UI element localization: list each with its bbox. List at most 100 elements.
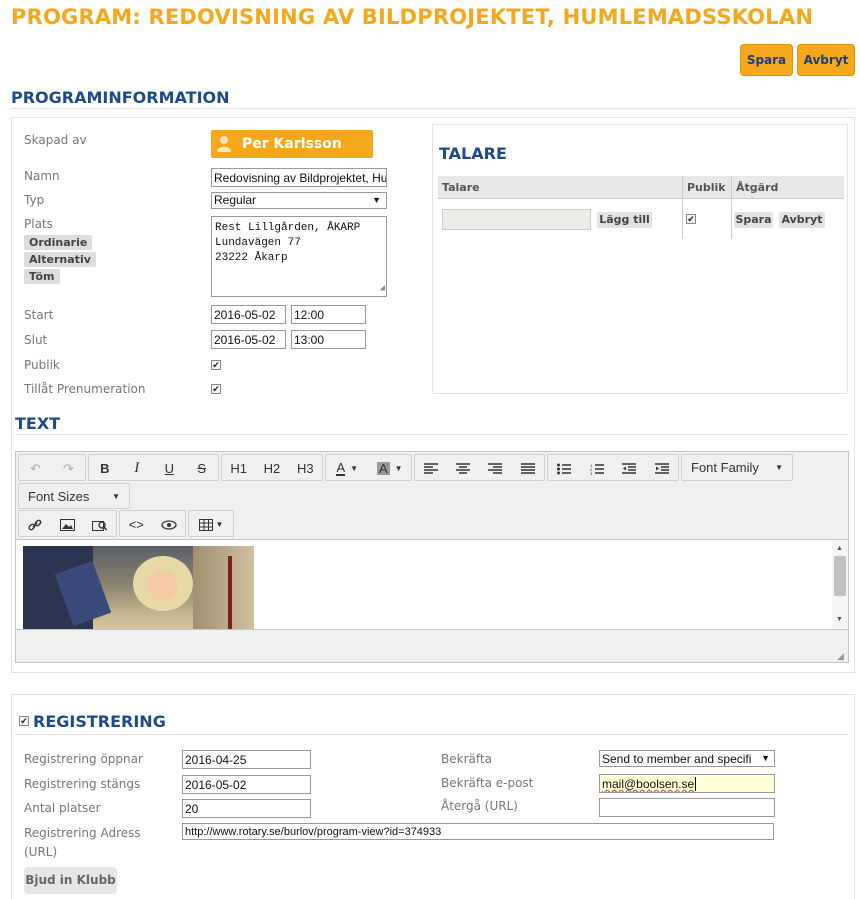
divider xyxy=(15,734,848,735)
text-heading: TEXT xyxy=(15,414,61,433)
text-color-icon[interactable]: A ▼ xyxy=(326,455,369,482)
registration-closes-label: Registrering stängs xyxy=(24,777,141,791)
dropdown-arrow-icon: ▼ xyxy=(760,751,770,765)
registration-heading: REGISTRERING xyxy=(33,712,166,731)
outdent-icon[interactable] xyxy=(613,455,646,482)
return-url-input[interactable] xyxy=(599,798,775,817)
start-date-input[interactable]: 2016-05-02 xyxy=(211,305,286,324)
align-left-icon[interactable] xyxy=(415,455,447,482)
type-label: Typ xyxy=(24,193,45,207)
confirm-email-label: Bekräfta e-post xyxy=(441,776,534,790)
embedded-photo[interactable] xyxy=(23,546,254,629)
h3-button[interactable]: H3 xyxy=(289,455,322,482)
place-line: 23222 Åkarp xyxy=(215,252,288,264)
align-right-icon[interactable] xyxy=(479,455,512,482)
font-sizes-select[interactable]: Font Sizes ▼ xyxy=(18,483,130,509)
end-date-input[interactable]: 2016-05-02 xyxy=(211,330,286,349)
public-checkbox[interactable]: ✔ xyxy=(211,360,221,370)
type-select-value: Regular xyxy=(214,193,257,207)
name-input[interactable]: Redovisning av Bildprojektet, Humlemadss… xyxy=(211,168,387,187)
place-tag-alternativ[interactable]: Alternativ xyxy=(24,252,96,267)
place-tag-ordinarie[interactable]: Ordinarie xyxy=(24,235,93,250)
table-icon[interactable]: ▼ xyxy=(189,511,233,538)
created-by-name: Per Karlsson xyxy=(242,136,342,152)
add-speaker-button[interactable]: Lägg till xyxy=(597,212,652,228)
format-group: B I U S xyxy=(88,454,219,481)
editor-content[interactable]: ▲ ▼ xyxy=(16,539,848,630)
table-group: ▼ xyxy=(188,510,234,537)
save-button[interactable]: Spara xyxy=(740,44,793,76)
confirm-email-input[interactable]: mail@boolsen.se xyxy=(599,774,775,793)
end-time-input[interactable]: 13:00 xyxy=(291,330,366,349)
confirm-label: Bekräfta xyxy=(441,752,492,766)
code-icon[interactable]: <> xyxy=(120,511,153,538)
bold-icon[interactable]: B xyxy=(89,455,121,482)
bullet-list-icon[interactable] xyxy=(548,455,581,482)
speakers-heading: TALARE xyxy=(439,144,507,163)
name-label: Namn xyxy=(24,169,60,183)
registration-opens-input[interactable]: 2016-04-25 xyxy=(182,750,311,769)
align-justify-icon[interactable] xyxy=(512,455,545,482)
speaker-save-button[interactable]: Spara xyxy=(734,212,773,228)
seats-label: Antal platser xyxy=(24,801,101,815)
background-color-icon[interactable]: A ▼ xyxy=(369,455,412,482)
scroll-up-icon[interactable]: ▲ xyxy=(836,545,843,552)
start-time-input[interactable]: 12:00 xyxy=(291,305,366,324)
numbered-list-icon[interactable]: 123 xyxy=(581,455,614,482)
resize-grip-icon[interactable]: ◢ xyxy=(380,281,385,296)
subscription-label: Tillåt Prenumeration xyxy=(24,382,146,396)
heading-group: H1 H2 H3 xyxy=(221,454,323,481)
col-public: Publik xyxy=(687,181,726,194)
redo-icon[interactable]: ↷ xyxy=(52,455,85,482)
align-group xyxy=(414,454,545,481)
type-select[interactable]: Regular ▼ xyxy=(211,192,387,209)
created-by-badge[interactable]: Per Karlsson xyxy=(211,130,373,158)
dropdown-arrow-icon: ▼ xyxy=(372,195,381,205)
speakers-table-header xyxy=(438,176,844,199)
align-center-icon[interactable] xyxy=(447,455,480,482)
view-group: <> xyxy=(119,510,186,537)
page-title: PROGRAM: REDOVISNING AV BILDPROJEKTET, H… xyxy=(11,5,814,29)
created-by-label: Skapad av xyxy=(24,133,87,147)
place-tag-clear[interactable]: Töm xyxy=(24,269,60,284)
chevron-down-icon: ▼ xyxy=(112,491,120,501)
col-action: Åtgärd xyxy=(736,181,779,194)
editor-scrollbar[interactable]: ▲ ▼ xyxy=(832,540,848,629)
registration-closes-input[interactable]: 2016-05-02 xyxy=(182,775,311,794)
font-sizes-label: Font Sizes xyxy=(28,488,90,504)
end-label: Slut xyxy=(24,333,48,347)
seats-input[interactable]: 20 xyxy=(182,799,311,818)
chevron-down-icon: ▼ xyxy=(775,463,783,472)
invite-club-button[interactable]: Bjud in Klubb xyxy=(24,867,117,894)
speaker-public-checkbox[interactable]: ✔ xyxy=(686,214,696,224)
h2-button[interactable]: H2 xyxy=(255,455,288,482)
preview-eye-icon[interactable] xyxy=(153,511,186,538)
speaker-input[interactable] xyxy=(442,209,591,230)
place-label: Plats xyxy=(24,217,53,231)
confirm-select[interactable]: Send to member and specifi ▼ xyxy=(599,750,775,767)
underline-icon[interactable]: U xyxy=(153,455,186,482)
registration-opens-label: Registrering öppnar xyxy=(24,752,143,766)
speaker-cancel-button[interactable]: Avbryt xyxy=(779,212,825,228)
editor-resize-grip-icon[interactable]: ◢ xyxy=(837,651,844,662)
place-textarea[interactable]: Rest Lillgården, ÅKARP Lundavägen 77 232… xyxy=(211,216,387,297)
undo-icon[interactable]: ↶ xyxy=(19,455,52,482)
scrollbar-thumb[interactable] xyxy=(834,556,846,596)
place-line: Rest Lillgården, ÅKARP xyxy=(215,222,361,234)
link-icon[interactable] xyxy=(19,511,51,538)
color-group: A ▼ A ▼ xyxy=(325,454,412,481)
indent-icon[interactable] xyxy=(646,455,679,482)
cancel-button[interactable]: Avbryt xyxy=(797,44,855,76)
image-icon[interactable] xyxy=(51,511,83,538)
h1-button[interactable]: H1 xyxy=(222,455,255,482)
italic-icon[interactable]: I xyxy=(121,455,154,482)
strikethrough-icon[interactable]: S xyxy=(186,455,219,482)
registration-address-input[interactable]: http://www.rotary.se/burlov/program-view… xyxy=(182,823,774,840)
start-label: Start xyxy=(24,308,54,322)
media-browse-icon[interactable] xyxy=(84,511,116,538)
subscription-checkbox[interactable]: ✔ xyxy=(211,384,221,394)
scroll-down-icon[interactable]: ▼ xyxy=(836,616,843,623)
font-family-select[interactable]: Font Family ▼ xyxy=(681,454,793,481)
divider xyxy=(15,434,848,435)
registration-checkbox[interactable]: ✔ xyxy=(19,716,29,726)
